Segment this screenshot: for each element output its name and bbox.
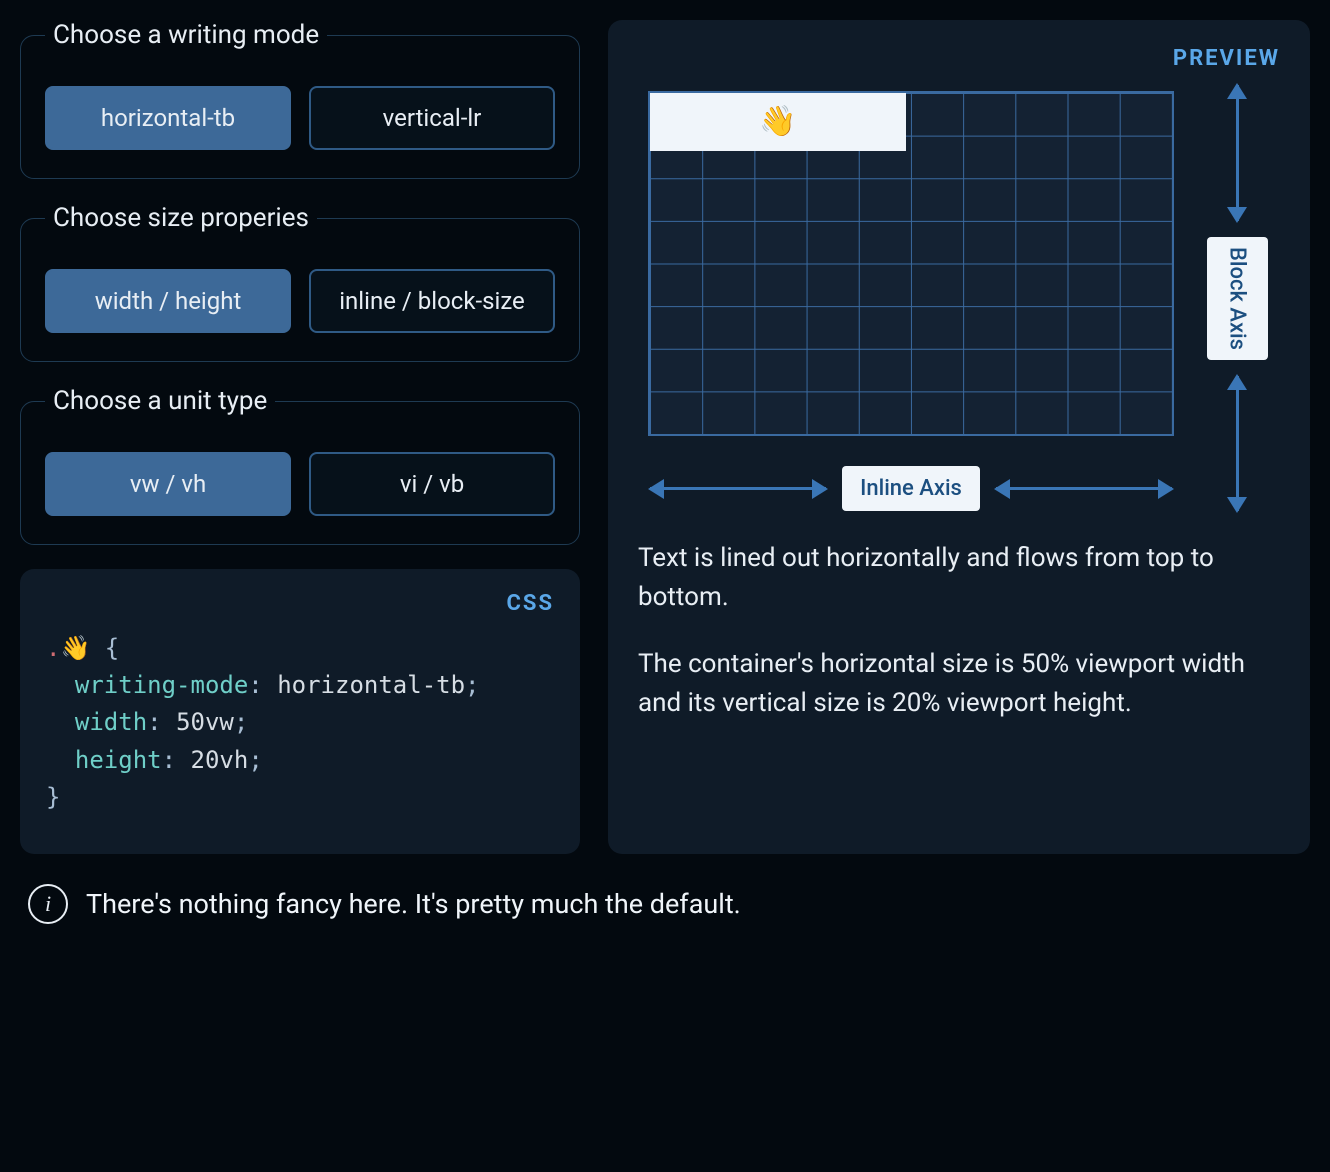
unit-type-legend: Choose a unit type <box>45 386 275 416</box>
size-properties-fieldset: Choose size properies width / height inl… <box>20 203 580 362</box>
size-option-width-height[interactable]: width / height <box>45 269 291 333</box>
arrow-left-right-icon <box>650 487 826 490</box>
unit-option-vi-vb[interactable]: vi / vb <box>309 452 555 516</box>
block-axis-label: Block Axis <box>1207 237 1268 360</box>
writing-mode-option-vertical-lr[interactable]: vertical-lr <box>309 86 555 150</box>
info-icon: i <box>28 884 68 924</box>
arrow-left-right-icon <box>996 487 1172 490</box>
wave-icon: 👋 <box>759 104 796 139</box>
writing-mode-fieldset: Choose a writing mode horizontal-tb vert… <box>20 20 580 179</box>
size-properties-legend: Choose size properies <box>45 203 317 233</box>
preview-panel-label: PREVIEW <box>638 46 1280 71</box>
css-panel-label: CSS <box>46 591 554 616</box>
preview-demo-box: 👋 <box>650 93 906 151</box>
explanation-paragraph: The container's horizontal size is 50% v… <box>638 645 1280 723</box>
preview-grid: 👋 <box>648 91 1174 436</box>
controls-column: Choose a writing mode horizontal-tb vert… <box>20 20 580 854</box>
css-code-block: .👋 { writing-mode: horizontal-tb; width:… <box>46 630 554 816</box>
preview-panel: PREVIEW 👋 Inline Axis Bl <box>608 20 1310 854</box>
footer-note: i There's nothing fancy here. It's prett… <box>20 884 1310 924</box>
size-option-inline-block-size[interactable]: inline / block-size <box>309 269 555 333</box>
unit-type-fieldset: Choose a unit type vw / vh vi / vb <box>20 386 580 545</box>
explanation-paragraph: Text is lined out horizontally and flows… <box>638 539 1280 617</box>
css-output-panel: CSS .👋 { writing-mode: horizontal-tb; wi… <box>20 569 580 854</box>
block-axis-indicator: Block Axis <box>1194 85 1280 511</box>
inline-axis-indicator: Inline Axis <box>638 466 1184 511</box>
unit-option-vw-vh[interactable]: vw / vh <box>45 452 291 516</box>
footer-text: There's nothing fancy here. It's pretty … <box>86 888 741 920</box>
arrow-up-down-icon <box>1236 85 1239 221</box>
preview-explanation: Text is lined out horizontally and flows… <box>638 511 1280 723</box>
inline-axis-label: Inline Axis <box>842 466 980 511</box>
writing-mode-option-horizontal-tb[interactable]: horizontal-tb <box>45 86 291 150</box>
arrow-up-down-icon <box>1236 376 1239 512</box>
writing-mode-legend: Choose a writing mode <box>45 20 327 50</box>
